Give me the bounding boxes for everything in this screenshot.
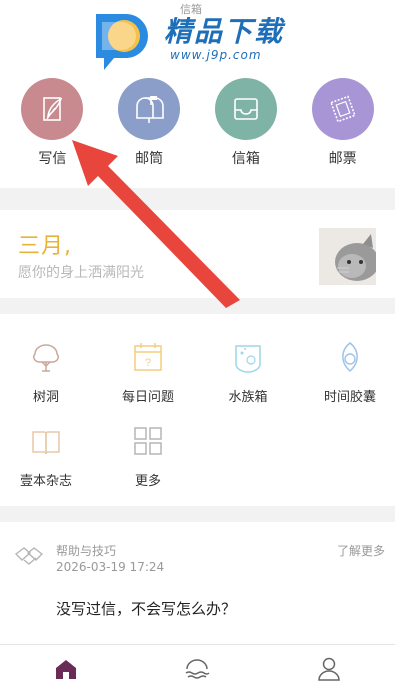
- learn-more-link[interactable]: 了解更多: [337, 542, 385, 559]
- handshake-icon: [14, 547, 44, 565]
- mailbox-icon: [118, 78, 181, 140]
- quick-action-label: 写信: [38, 151, 67, 167]
- cat-photo-thumbnail: [319, 228, 376, 285]
- profile-icon: [318, 657, 340, 681]
- feature-label: 时间胶囊: [323, 390, 376, 405]
- month-subtitle: 愿你的身上洒满阳光: [18, 265, 144, 281]
- tab-profile[interactable]: [299, 645, 359, 692]
- feature-label: 水族箱: [228, 390, 268, 405]
- bottom-tab-bar: [0, 644, 395, 692]
- svg-text:?: ?: [145, 357, 151, 369]
- tree-icon: [33, 344, 59, 372]
- feature-time-capsule[interactable]: 时间胶囊: [310, 340, 390, 405]
- watermark-url: www.j9p.com: [170, 48, 262, 62]
- time-capsule-icon: [342, 342, 358, 373]
- sea-wave-icon: [186, 658, 211, 679]
- tips-question[interactable]: 没写过信，不会写怎么办？: [56, 598, 236, 619]
- tips-title: 帮助与技巧: [56, 544, 117, 558]
- feature-tree-hole[interactable]: 树洞: [6, 340, 86, 405]
- quick-action-stamps[interactable]: 邮票: [303, 78, 383, 168]
- month-title: 三月,: [18, 234, 72, 259]
- inbox-tray-icon: [214, 78, 277, 140]
- quick-action-mailbox[interactable]: 邮筒: [109, 78, 189, 168]
- month-greeting-card[interactable]: 三月, 愿你的身上洒满阳光: [0, 210, 395, 298]
- quick-action-write-letter[interactable]: 写信: [12, 78, 92, 168]
- feature-label: 树洞: [32, 390, 59, 405]
- open-book-icon: [32, 431, 60, 455]
- feature-aquarium[interactable]: 水族箱: [208, 340, 288, 405]
- top-panel: 精品下载 www.j9p.com 信箱 写信 邮筒 信箱 邮票: [0, 0, 395, 188]
- calendar-question-icon: ?: [134, 343, 162, 371]
- home-icon: [55, 659, 76, 679]
- tab-sea[interactable]: [167, 645, 227, 692]
- feature-grid: 树洞 ? 每日问题 水族箱 时间胶囊 壹本杂志 更多: [0, 314, 395, 506]
- grid-more-icon: [134, 427, 162, 455]
- watermark: 精品下载 www.j9p.com: [78, 2, 338, 74]
- feature-magazine[interactable]: 壹本杂志: [6, 424, 86, 489]
- stamp-icon: [311, 78, 374, 140]
- feature-daily-question[interactable]: ? 每日问题: [108, 340, 188, 405]
- top-faint-text: 信箱: [180, 3, 202, 16]
- quick-action-inbox[interactable]: 信箱: [206, 78, 286, 168]
- quick-action-label: 信箱: [231, 151, 260, 167]
- quick-action-label: 邮票: [328, 151, 357, 167]
- feature-label: 壹本杂志: [19, 474, 72, 489]
- quick-action-label: 邮筒: [135, 151, 164, 167]
- feature-more[interactable]: 更多: [108, 424, 188, 489]
- quick-actions: 写信 邮筒 信箱 邮票: [0, 78, 395, 168]
- tab-home[interactable]: [36, 645, 96, 692]
- fish-tank-icon: [235, 345, 261, 373]
- feature-label: 每日问题: [121, 390, 174, 405]
- feature-label: 更多: [134, 474, 161, 489]
- help-tips-card[interactable]: 帮助与技巧 2026-03-19 17:24 了解更多 没写过信，不会写怎么办？: [0, 522, 395, 644]
- watermark-logo-icon: [96, 14, 148, 70]
- quill-icon: [21, 78, 84, 140]
- tips-date: 2026-03-19 17:24: [56, 560, 165, 574]
